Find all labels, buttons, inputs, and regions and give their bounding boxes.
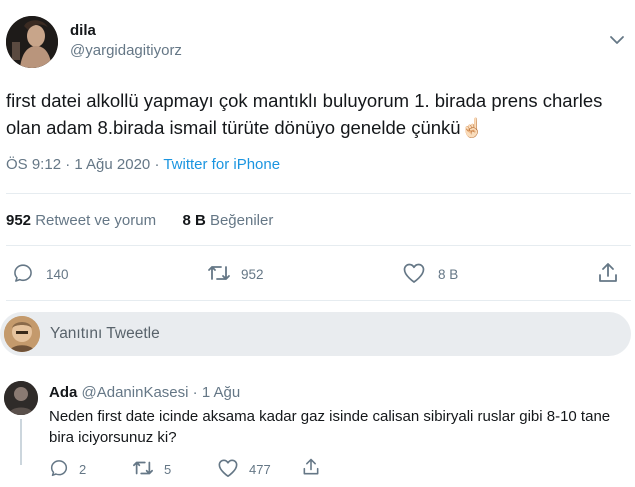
like-stat-count: 8 B xyxy=(182,212,206,229)
retweet-icon xyxy=(207,262,231,287)
author-avatar[interactable] xyxy=(6,16,58,68)
reply-icon xyxy=(12,262,34,287)
share-action[interactable] xyxy=(596,261,620,288)
reply-placeholder[interactable]: Yanıtını Tweetle xyxy=(50,325,160,343)
reply-author-handle[interactable]: @AdaninKasesi xyxy=(82,384,189,401)
retweet-stat-label: Retweet ve yorum xyxy=(35,212,157,229)
retweet-action[interactable]: 952 xyxy=(207,262,264,287)
reply-retweet-count: 5 xyxy=(164,462,172,477)
reply-author-avatar[interactable] xyxy=(4,381,38,415)
retweet-stat-count: 952 xyxy=(6,212,32,229)
like-stat-label: Beğeniler xyxy=(209,212,274,229)
reply-like-count: 477 xyxy=(249,462,271,477)
pointing-up-emoji: ☝🏻 xyxy=(460,117,484,138)
tweet-time[interactable]: ÖS 9:12 · 1 Ağu 2020 · xyxy=(6,156,163,173)
reply-share-action[interactable] xyxy=(301,457,321,480)
chevron-down-icon[interactable] xyxy=(609,33,625,45)
like-count: 8 B xyxy=(438,267,459,282)
retweet-count: 952 xyxy=(241,267,264,282)
reply-text: Neden first date icinde aksama kadar gaz… xyxy=(49,408,611,446)
user-avatar[interactable] xyxy=(4,316,40,352)
divider xyxy=(6,245,631,246)
tweet-meta: ÖS 9:12 · 1 Ağu 2020 · Twitter for iPhon… xyxy=(6,156,280,173)
divider xyxy=(6,300,631,301)
thread-line xyxy=(20,419,22,465)
share-icon xyxy=(301,457,321,480)
reply-time[interactable]: · 1 Ağu xyxy=(193,384,241,401)
reply-author-name[interactable]: Ada xyxy=(49,384,77,401)
reply-action[interactable]: 140 xyxy=(12,262,69,287)
author-handle[interactable]: @yargidagitiyorz xyxy=(70,42,182,59)
retweet-icon xyxy=(132,458,154,481)
like-action[interactable]: 8 B xyxy=(402,262,458,287)
author-name[interactable]: dila xyxy=(70,22,96,39)
share-icon xyxy=(596,261,620,288)
reply-reply-count: 2 xyxy=(79,462,87,477)
tweet-source[interactable]: Twitter for iPhone xyxy=(163,156,280,173)
reply-retweet-action[interactable]: 5 xyxy=(132,458,171,481)
like-stat[interactable]: 8 B Beğeniler xyxy=(182,212,273,229)
reply-icon xyxy=(49,458,69,481)
reply-reply-action[interactable]: 2 xyxy=(49,458,86,481)
divider xyxy=(6,193,631,194)
reply-like-action[interactable]: 477 xyxy=(217,458,271,481)
heart-icon xyxy=(217,458,239,481)
tweet-body: first datei alkollü yapmayı çok mantıklı… xyxy=(6,90,603,138)
reply-header: Ada @AdaninKasesi · 1 Ağu xyxy=(49,384,240,401)
tweet-stats: 952 Retweet ve yorum 8 B Beğeniler xyxy=(6,212,273,229)
heart-icon xyxy=(402,262,426,287)
tweet-text: first datei alkollü yapmayı çok mantıklı… xyxy=(6,87,631,141)
retweet-stat[interactable]: 952 Retweet ve yorum xyxy=(6,212,156,229)
reply-count: 140 xyxy=(46,267,69,282)
